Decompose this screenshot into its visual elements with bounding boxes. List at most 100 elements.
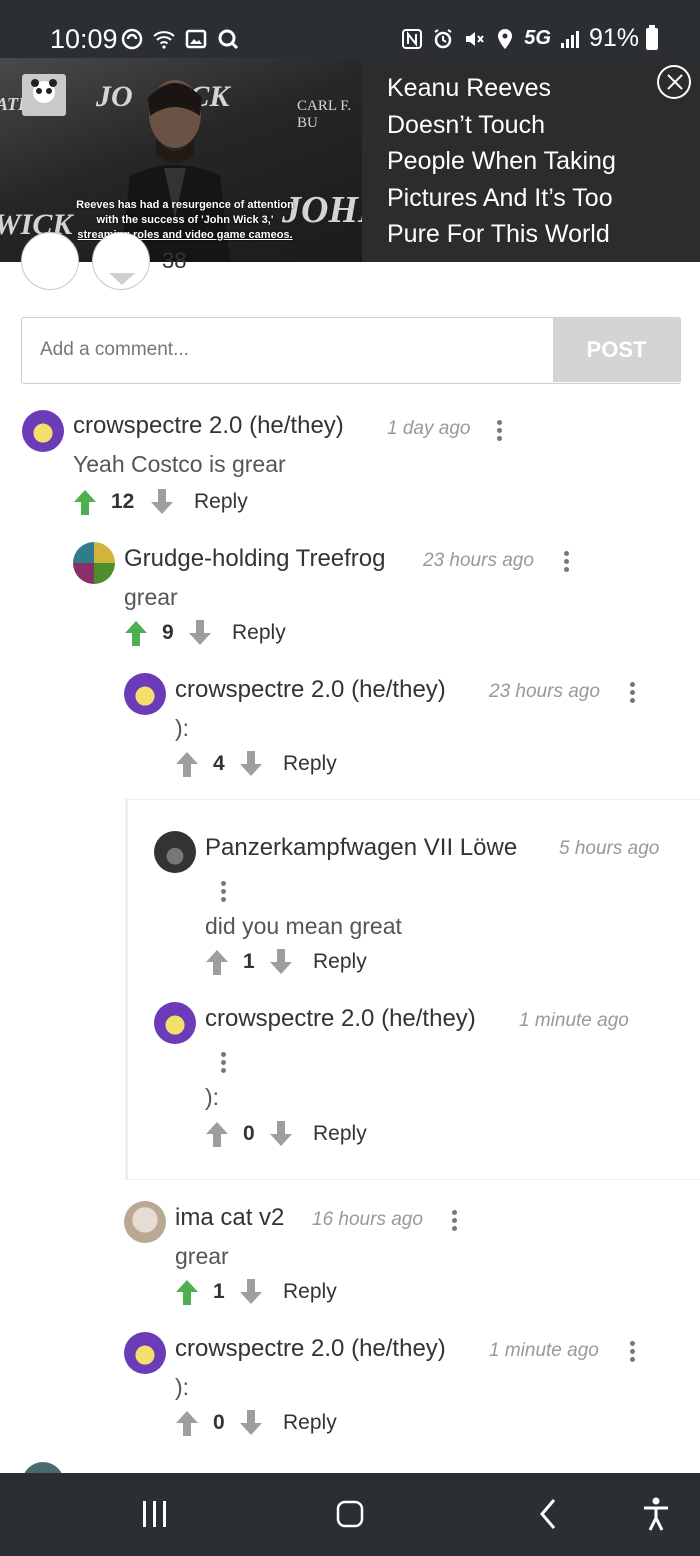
comment-text: ): xyxy=(175,1374,190,1400)
comment-author[interactable]: Panzerkampfwagen VII Löwe xyxy=(205,834,517,862)
vote-row: 0 Reply xyxy=(205,1120,405,1150)
comment-time: 1 day ago xyxy=(387,418,471,439)
more-options-icon[interactable] xyxy=(221,1052,227,1076)
comment-author[interactable]: crowspectre 2.0 (he/they) xyxy=(205,1005,476,1033)
comment-author[interactable]: crowspectre 2.0 (he/they) xyxy=(73,412,344,440)
more-options-icon[interactable] xyxy=(221,881,227,905)
image-icon xyxy=(185,29,207,49)
status-bar: 10:09 5G 91% xyxy=(0,0,700,58)
search-app-icon xyxy=(218,29,239,50)
comment-time: 1 minute ago xyxy=(519,1010,629,1031)
avatar[interactable] xyxy=(124,1201,166,1243)
upvote-circle-button[interactable] xyxy=(21,232,79,290)
reply-button[interactable]: Reply xyxy=(283,1411,337,1435)
accessibility-icon[interactable] xyxy=(641,1495,671,1533)
vote-row: 1 Reply xyxy=(205,948,405,978)
mute-icon xyxy=(466,31,485,46)
avatar[interactable] xyxy=(124,1332,166,1374)
upvote-arrow-icon[interactable] xyxy=(175,750,199,778)
comment-time: 16 hours ago xyxy=(312,1209,423,1230)
video-ad-banner[interactable]: JO ICK ATE WICK JOHN3 CARL F. BU Reeves … xyxy=(0,58,700,262)
comment-author[interactable]: ima cat v2 xyxy=(175,1204,284,1232)
comment-text: grear xyxy=(175,1243,229,1269)
more-options-icon[interactable] xyxy=(630,682,636,706)
recent-apps-icon[interactable] xyxy=(141,1495,169,1533)
downvote-arrow-icon[interactable] xyxy=(239,1409,263,1437)
more-options-icon[interactable] xyxy=(630,1341,636,1365)
comment-time: 23 hours ago xyxy=(489,681,600,702)
vote-row: 9 Reply xyxy=(124,619,324,649)
battery-icon xyxy=(646,24,658,50)
downvote-arrow-icon[interactable] xyxy=(239,750,263,778)
upvote-arrow-icon[interactable] xyxy=(205,948,229,976)
downvote-arrow-icon[interactable] xyxy=(269,948,293,976)
alarm-icon xyxy=(434,28,452,48)
upvote-arrow-icon[interactable] xyxy=(205,1120,229,1148)
vote-row: 0 Reply xyxy=(175,1409,375,1439)
boredpanda-logo xyxy=(22,74,66,116)
upvote-arrow-icon[interactable] xyxy=(73,488,97,516)
vote-count: 4 xyxy=(213,752,225,775)
avatar[interactable] xyxy=(154,1002,196,1044)
more-options-icon[interactable] xyxy=(497,420,503,444)
upvote-arrow-icon[interactable] xyxy=(175,1409,199,1437)
reply-button[interactable]: Reply xyxy=(283,752,337,776)
heart-icon xyxy=(109,273,135,285)
network-label: 5G xyxy=(524,27,551,49)
comment-time: 23 hours ago xyxy=(423,550,534,571)
downvote-circle-button[interactable] xyxy=(92,232,150,290)
upvote-arrow-icon[interactable] xyxy=(124,619,148,647)
vote-count: 1 xyxy=(243,950,255,973)
ad-title[interactable]: Keanu Reeves Doesn’t Touch People When T… xyxy=(387,70,647,253)
nfc-icon xyxy=(402,28,423,49)
more-options-icon[interactable] xyxy=(452,1210,458,1234)
vote-row: 12 Reply xyxy=(73,488,273,518)
location-icon xyxy=(498,28,513,49)
upvote-arrow-icon[interactable] xyxy=(175,1278,199,1306)
vote-count: 1 xyxy=(213,1280,225,1303)
comment-author[interactable]: Grudge-holding Treefrog xyxy=(124,545,386,573)
comment-time: 1 minute ago xyxy=(489,1340,599,1361)
avatar[interactable] xyxy=(124,673,166,715)
comment-input[interactable] xyxy=(22,318,554,382)
vote-count: 9 xyxy=(162,621,174,644)
android-nav-bar xyxy=(0,1473,700,1556)
avatar[interactable] xyxy=(73,542,115,584)
post-button[interactable]: POST xyxy=(553,318,680,382)
signal-icon xyxy=(560,30,579,48)
comment-author[interactable]: crowspectre 2.0 (he/they) xyxy=(175,676,446,704)
downvote-arrow-icon[interactable] xyxy=(188,619,212,647)
comment-form: POST xyxy=(21,317,681,384)
wifi-icon xyxy=(153,31,175,49)
comment-author[interactable]: crowspectre 2.0 (he/they) xyxy=(175,1335,446,1363)
reply-button[interactable]: Reply xyxy=(232,621,286,645)
vote-count: 12 xyxy=(111,490,135,513)
battery-percent: 91% xyxy=(588,24,639,52)
more-options-icon[interactable] xyxy=(564,551,570,575)
reply-button[interactable]: Reply xyxy=(313,1122,367,1146)
vote-count: 38 xyxy=(162,248,187,273)
vote-row: 1 Reply xyxy=(175,1278,375,1308)
avatar[interactable] xyxy=(154,831,196,873)
vote-row: 4 Reply xyxy=(175,750,375,780)
downvote-arrow-icon[interactable] xyxy=(239,1278,263,1306)
close-icon[interactable] xyxy=(657,65,691,99)
reply-button[interactable]: Reply xyxy=(283,1280,337,1304)
sync-icon xyxy=(121,28,143,50)
reply-button[interactable]: Reply xyxy=(313,950,367,974)
vote-count: 0 xyxy=(213,1411,225,1434)
comment-text: Yeah Costco is grear xyxy=(73,451,286,477)
comment-text: ): xyxy=(175,715,190,741)
comment-text: ): xyxy=(205,1084,220,1110)
reply-button[interactable]: Reply xyxy=(194,490,248,514)
back-icon[interactable] xyxy=(538,1495,558,1533)
downvote-arrow-icon[interactable] xyxy=(150,488,174,516)
downvote-arrow-icon[interactable] xyxy=(269,1120,293,1148)
status-time: 10:09 xyxy=(50,24,118,54)
comment-text: grear xyxy=(124,584,178,610)
comment-text: did you mean great xyxy=(205,913,402,939)
vote-count: 0 xyxy=(243,1122,255,1145)
avatar[interactable] xyxy=(22,410,64,452)
comment-time: 5 hours ago xyxy=(559,838,660,859)
home-icon[interactable] xyxy=(336,1495,364,1533)
